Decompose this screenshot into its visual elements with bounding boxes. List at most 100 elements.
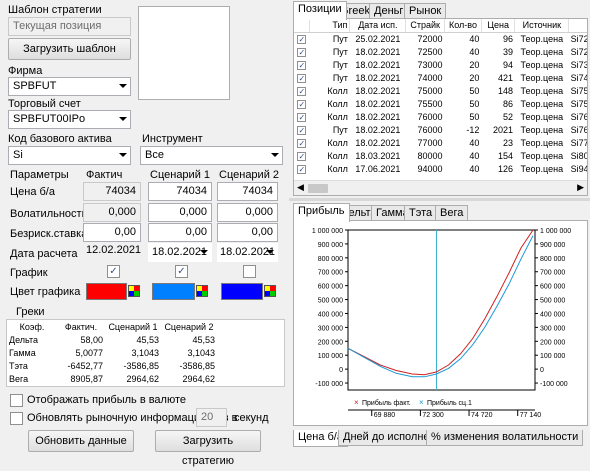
tab-profit[interactable]: Прибыль xyxy=(293,203,350,222)
row-checkbox[interactable]: ✓ xyxy=(294,71,310,84)
chevron-down-icon xyxy=(266,250,274,254)
greek-name: Вега xyxy=(9,373,29,384)
table-row[interactable]: ✓ Колл 18.02.2021 75000 50 148 Теор.цена Si7500… xyxy=(294,84,587,97)
table-row[interactable]: ✓ Колл 18.02.2021 76000 50 52 Теор.цена Si7600( xyxy=(294,110,587,123)
volatility-s1-field[interactable]: 0,000 xyxy=(148,203,212,222)
table-row[interactable]: ✓ Колл 18.02.2021 75500 50 86 Теор.цена Si7550( xyxy=(294,97,587,110)
riskfree-s2-field[interactable]: 0,00 xyxy=(217,223,278,242)
col-header[interactable]: Страйк xyxy=(405,19,446,33)
chart-s2-checkbox[interactable] xyxy=(243,265,256,278)
calc-date-s1-picker[interactable]: 18.02.2021 xyxy=(148,243,212,262)
greek-value: -6452,77 xyxy=(67,360,103,371)
row-checkbox[interactable]: ✓ xyxy=(297,73,307,83)
table-row[interactable]: ✓ Колл 17.06.2021 94000 40 126 Теор.цена Si940( xyxy=(294,162,587,175)
table-row[interactable]: ✓ Пут 18.02.2021 74000 20 421 Теор.цена Si7400( xyxy=(294,71,587,84)
col-header[interactable]: Источник xyxy=(514,19,570,33)
volatility-s2-field[interactable]: 0,000 xyxy=(217,203,278,222)
col-header[interactable]: Кол-во xyxy=(444,19,482,33)
table-row[interactable]: ✓ Пут 18.02.2021 73000 20 94 Теор.цена Si7300( xyxy=(294,58,587,71)
row-checkbox[interactable]: ✓ xyxy=(294,110,310,123)
palette-icon[interactable] xyxy=(264,285,276,297)
instrument-select[interactable]: Все xyxy=(140,146,283,165)
account-select[interactable]: SPBFUT00IPo xyxy=(8,110,131,129)
load-strategy-button[interactable]: Загрузить стратегию xyxy=(155,430,261,467)
y-tick-label-left: 0 xyxy=(339,367,343,374)
table-row[interactable]: ✓ Колл 18.02.2021 77000 40 23 Теор.цена Si7700( xyxy=(294,136,587,149)
table-row[interactable]: ✓ Колл 18.03.2021 80000 40 154 Теор.цена Si8000… xyxy=(294,149,587,162)
row-checkbox[interactable]: ✓ xyxy=(297,86,307,96)
scroll-thumb[interactable] xyxy=(308,184,328,193)
table-row[interactable]: ✓ Пут 25.02.2021 72000 40 96 Теор.цена Si72000 xyxy=(294,32,587,45)
row-checkbox[interactable]: ✓ xyxy=(297,47,307,57)
row-checkbox[interactable]: ✓ xyxy=(294,32,310,45)
price-s2-field[interactable]: 74034 xyxy=(217,182,278,201)
firm-select[interactable]: SPBFUT xyxy=(8,77,131,96)
auto-refresh-checkbox[interactable] xyxy=(10,412,23,425)
row-checkbox[interactable]: ✓ xyxy=(294,149,310,162)
color-swatch-s1[interactable] xyxy=(152,283,195,300)
cell-date: 18.02.2021 xyxy=(355,85,401,96)
cell-source: Теор.цена xyxy=(520,137,564,148)
base-asset-select[interactable]: Si xyxy=(8,146,131,165)
refresh-unit-label: секунд xyxy=(234,412,269,424)
greeks-col: Фактич. xyxy=(64,321,98,332)
tab-positions[interactable]: Позиции xyxy=(293,1,347,20)
refresh-interval-field[interactable]: 20 xyxy=(196,408,227,427)
row-checkbox[interactable]: ✓ xyxy=(294,123,310,136)
row-checkbox[interactable]: ✓ xyxy=(294,136,310,149)
chevron-down-icon xyxy=(119,153,127,157)
current-position-field[interactable]: Текущая позиция xyxy=(8,17,131,36)
row-checkbox[interactable]: ✓ xyxy=(297,99,307,109)
row-checkbox[interactable]: ✓ xyxy=(297,60,307,70)
show-currency-checkbox[interactable] xyxy=(10,394,23,407)
y-tick-label-left: -100 000 xyxy=(315,381,343,388)
cell-source: Теор.цена xyxy=(520,163,564,174)
greek-value: 8905,87 xyxy=(70,373,103,384)
row-checkbox[interactable]: ✓ xyxy=(297,34,307,44)
chart-fact-checkbox[interactable]: ✓ xyxy=(107,265,120,278)
calc-date-s2-picker[interactable]: 18.02.2021 xyxy=(217,243,278,262)
riskfree-s1-field[interactable]: 0,00 xyxy=(148,223,212,242)
row-checkbox[interactable]: ✓ xyxy=(297,151,307,161)
load-template-button[interactable]: Загрузить шаблон xyxy=(8,38,131,60)
scroll-left-icon[interactable]: ◀ xyxy=(297,182,304,193)
cell-type: Колл xyxy=(327,163,348,174)
col-header[interactable]: Цена xyxy=(481,19,516,33)
row-checkbox[interactable]: ✓ xyxy=(297,138,307,148)
chart-label: График xyxy=(10,267,48,279)
cell-strike: 72500 xyxy=(417,46,443,57)
cell-qty: 50 xyxy=(469,98,480,109)
col-header[interactable]: Тип xyxy=(309,19,351,33)
riskfree-fact-field[interactable]: 0,00 xyxy=(83,223,141,242)
row-checkbox[interactable]: ✓ xyxy=(294,84,310,97)
cell-strike: 76000 xyxy=(417,124,443,135)
show-currency-label: Отображать прибыль в валюте xyxy=(27,394,187,406)
table-row[interactable]: ✓ Пут 18.02.2021 76000 -12 2021 Теор.цена Si760… xyxy=(294,123,587,136)
row-checkbox[interactable]: ✓ xyxy=(294,97,310,110)
table-row[interactable]: ✓ Пут 18.02.2021 72500 40 39 Теор.цена Si7250( xyxy=(294,45,587,58)
row-checkbox[interactable]: ✓ xyxy=(297,112,307,122)
update-data-button[interactable]: Обновить данные xyxy=(28,430,134,452)
greek-name: Тэта xyxy=(9,360,28,371)
col-header[interactable]: Ко xyxy=(568,19,587,33)
palette-icon[interactable] xyxy=(196,285,208,297)
row-checkbox[interactable]: ✓ xyxy=(294,162,310,175)
price-s1-field[interactable]: 74034 xyxy=(148,182,212,201)
chart-s1-checkbox[interactable]: ✓ xyxy=(175,265,188,278)
scroll-right-icon[interactable]: ▶ xyxy=(577,182,584,193)
tab-volatility-change[interactable]: % изменения волатильности xyxy=(426,430,584,446)
row-checkbox[interactable]: ✓ xyxy=(294,58,310,71)
row-checkbox[interactable]: ✓ xyxy=(294,45,310,58)
greek-value: 2964,62 xyxy=(126,373,159,384)
splitter[interactable] xyxy=(289,198,590,201)
color-swatch-fact[interactable] xyxy=(86,283,127,300)
row-checkbox[interactable]: ✓ xyxy=(297,164,307,174)
y-tick-label-left: 100 000 xyxy=(318,353,343,360)
palette-icon[interactable] xyxy=(128,285,140,297)
color-swatch-s2[interactable] xyxy=(221,283,263,300)
row-checkbox[interactable]: ✓ xyxy=(297,125,307,135)
cell-code: Si7550( xyxy=(570,98,587,109)
positions-hscrollbar[interactable]: ◀ ▶ xyxy=(294,180,587,195)
col-header[interactable]: Дата исп. xyxy=(349,19,407,33)
x-tick-label: 77 140 xyxy=(520,412,542,419)
